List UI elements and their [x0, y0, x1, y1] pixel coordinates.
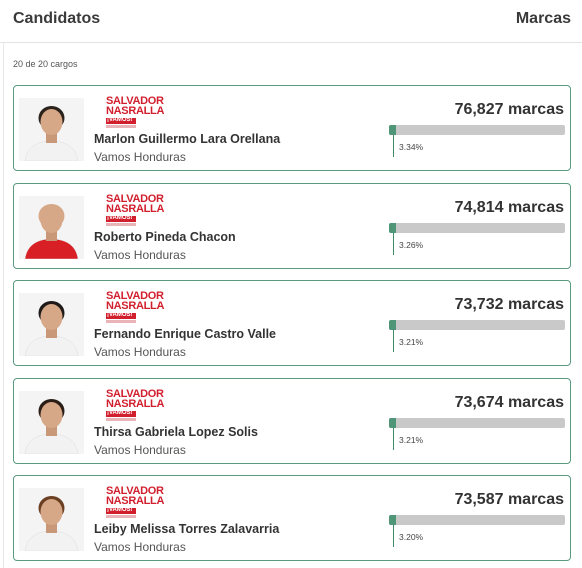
left-divider	[3, 43, 4, 568]
candidate-party: Vamos Honduras	[94, 345, 186, 359]
vote-share-percent: 3.26%	[399, 239, 424, 250]
vote-share-bar	[389, 320, 565, 330]
vote-share-bar	[389, 222, 565, 233]
party-logo: SALVADOR NASRALLA ¡VAMOS!	[94, 388, 176, 425]
candidate-card[interactable]: SALVADOR NASRALLA ¡VAMOS! Thirsa Gabriel…	[13, 377, 571, 464]
candidate-card[interactable]: SALVADOR NASRALLA ¡VAMOS! Marlon Guiller…	[13, 85, 571, 171]
candidate-name: Fernando Enrique Castro Valle	[94, 327, 276, 341]
vote-share-fill	[389, 222, 396, 233]
candidate-name: Thirsa Gabriela Lopez Solis	[94, 424, 258, 439]
votes-column-title: Marcas	[515, 10, 571, 27]
candidate-card[interactable]: SALVADOR NASRALLA ¡VAMOS! Roberto Pineda…	[13, 182, 571, 269]
vote-share-fill	[389, 417, 396, 428]
vote-share-fill	[389, 125, 396, 135]
party-logo: SALVADOR NASRALLA ¡VAMOS!	[94, 485, 176, 522]
candidate-photo	[19, 195, 84, 259]
vote-count: 73,732 marcas	[454, 296, 564, 313]
vote-share-percent: 3.21%	[399, 434, 424, 445]
candidate-photo	[19, 98, 84, 161]
vote-share-bar	[389, 417, 565, 428]
candidate-party: Vamos Honduras	[94, 150, 186, 164]
vote-count: 73,587 marcas	[454, 491, 564, 508]
party-logo: SALVADOR NASRALLA ¡VAMOS!	[94, 290, 176, 327]
candidate-name: Leiby Melissa Torres Zalavarria	[94, 522, 280, 536]
party-logo: SALVADOR NASRALLA ¡VAMOS!	[94, 193, 176, 230]
candidate-party: Vamos Honduras	[94, 442, 186, 457]
vote-share-bar	[389, 515, 565, 525]
list-header: Candidatos Marcas	[0, 0, 582, 43]
candidate-photo	[19, 488, 84, 551]
vote-share-marker	[393, 525, 394, 547]
candidate-card[interactable]: SALVADOR NASRALLA ¡VAMOS! Leiby Melissa …	[13, 475, 571, 561]
vote-share-fill	[389, 515, 396, 525]
candidate-party: Vamos Honduras	[94, 540, 186, 554]
results-count: 20 de 20 cargos	[13, 59, 78, 69]
vote-share-marker	[393, 330, 394, 352]
candidate-name: Roberto Pineda Chacon	[94, 229, 236, 244]
party-logo: SALVADOR NASRALLA ¡VAMOS!	[94, 95, 176, 132]
vote-share-percent: 3.21%	[399, 337, 424, 347]
vote-count: 76,827 marcas	[454, 101, 564, 118]
candidate-photo	[19, 390, 84, 454]
vote-share-bar	[389, 125, 565, 135]
candidate-name: Marlon Guillermo Lara Orellana	[94, 132, 281, 146]
vote-share-marker	[393, 427, 394, 450]
vote-share-percent: 3.20%	[399, 532, 424, 542]
vote-count: 73,674 marcas	[454, 393, 564, 411]
candidate-card[interactable]: SALVADOR NASRALLA ¡VAMOS! Fernando Enriq…	[13, 280, 571, 366]
candidate-photo	[19, 293, 84, 356]
vote-share-fill	[389, 320, 396, 330]
vote-count: 74,814 marcas	[454, 198, 564, 216]
vote-share-marker	[393, 232, 394, 255]
vote-share-percent: 3.34%	[399, 142, 424, 152]
candidates-column-title: Candidatos	[13, 10, 101, 27]
candidate-party: Vamos Honduras	[94, 247, 186, 262]
vote-share-marker	[393, 135, 394, 157]
